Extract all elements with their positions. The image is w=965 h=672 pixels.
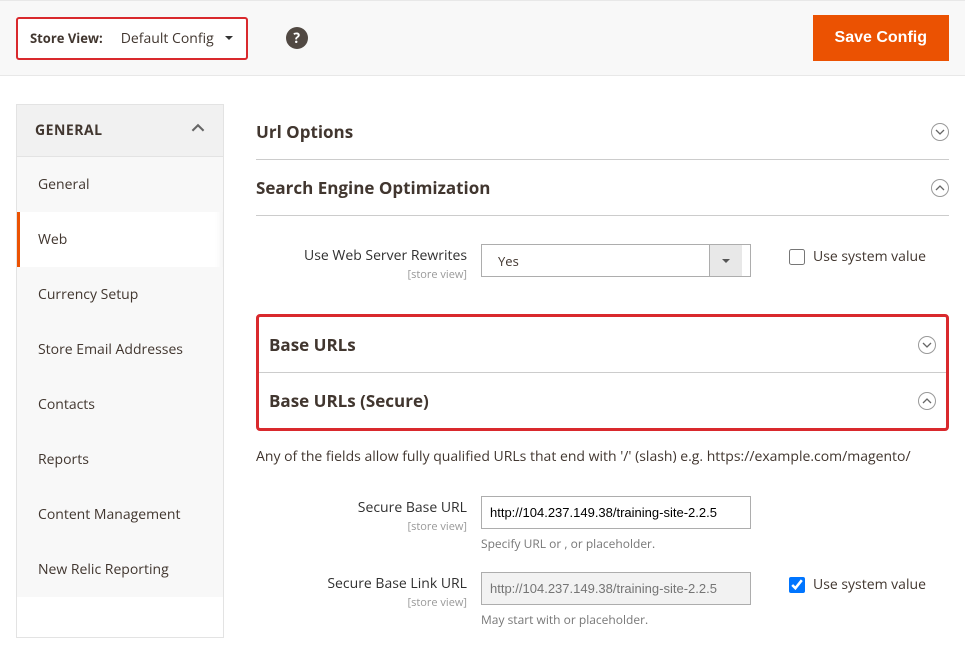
use-system-col: Use system value bbox=[751, 572, 926, 594]
secure-base-link-url-input[interactable] bbox=[481, 572, 751, 605]
row-secure-base-link-url: Secure Base Link URL [store view] May st… bbox=[256, 562, 949, 638]
caret-down-icon bbox=[709, 245, 742, 276]
use-system-checkbox[interactable] bbox=[789, 249, 805, 265]
field-input-col: Specify URL or , or placeholder. bbox=[481, 496, 751, 552]
chevron-up-icon bbox=[191, 121, 205, 140]
field-note: Specify URL or , or placeholder. bbox=[481, 535, 751, 552]
field-input-col: May start with or placeholder. bbox=[481, 572, 751, 628]
field-note: May start with or placeholder. bbox=[481, 611, 751, 628]
select-value: Yes bbox=[490, 252, 709, 270]
field-label-col: Use Web Server Rewrites [store view] bbox=[256, 244, 481, 282]
field-label-col: Secure Base URL [store view] bbox=[256, 496, 481, 534]
store-view-select[interactable]: Default Config bbox=[121, 29, 234, 48]
field-label: Secure Base Link URL bbox=[327, 574, 467, 593]
use-system-label: Use system value bbox=[813, 576, 926, 594]
section-title: Base URLs (Secure) bbox=[269, 389, 429, 412]
secure-help-text: Any of the fields allow fully qualified … bbox=[256, 431, 949, 486]
caret-down-icon bbox=[224, 29, 234, 48]
field-scope: [store view] bbox=[256, 595, 467, 610]
sidebar-item-content-management[interactable]: Content Management bbox=[17, 487, 223, 542]
sidebar-group-label: GENERAL bbox=[35, 121, 103, 140]
web-server-rewrites-select[interactable]: Yes bbox=[481, 244, 751, 277]
section-seo[interactable]: Search Engine Optimization bbox=[256, 160, 949, 216]
chevron-down-icon bbox=[918, 336, 936, 354]
content: Url Options Search Engine Optimization U… bbox=[224, 104, 949, 638]
save-config-button[interactable]: Save Config bbox=[813, 15, 949, 61]
sidebar-item-store-email-addresses[interactable]: Store Email Addresses bbox=[17, 322, 223, 377]
row-secure-base-url: Secure Base URL [store view] Specify URL… bbox=[256, 486, 949, 562]
field-scope: [store view] bbox=[256, 267, 467, 282]
row-web-server-rewrites: Use Web Server Rewrites [store view] Yes… bbox=[256, 234, 949, 292]
sidebar-item-contacts[interactable]: Contacts bbox=[17, 377, 223, 432]
sidebar-item-currency-setup[interactable]: Currency Setup bbox=[17, 267, 223, 322]
config-header: Store View: Default Config ? Save Config bbox=[0, 0, 965, 76]
sidebar-group-general[interactable]: GENERAL bbox=[17, 105, 223, 157]
section-base-urls-secure[interactable]: Base URLs (Secure) bbox=[259, 373, 946, 428]
section-url-options[interactable]: Url Options bbox=[256, 104, 949, 160]
use-system-label: Use system value bbox=[813, 248, 926, 266]
sidebar-item-new-relic-reporting[interactable]: New Relic Reporting bbox=[17, 542, 223, 597]
section-title: Base URLs bbox=[269, 333, 356, 356]
field-label: Secure Base URL bbox=[358, 498, 467, 517]
seo-section-body: Use Web Server Rewrites [store view] Yes… bbox=[256, 216, 949, 302]
sidebar-item-web[interactable]: Web bbox=[17, 212, 223, 267]
base-urls-highlight: Base URLs Base URLs (Secure) bbox=[256, 314, 949, 431]
secure-base-url-input[interactable] bbox=[481, 496, 751, 529]
store-view-label: Store View: bbox=[30, 29, 103, 47]
sidebar-item-reports[interactable]: Reports bbox=[17, 432, 223, 487]
field-scope: [store view] bbox=[256, 519, 467, 534]
use-system-checkbox[interactable] bbox=[789, 577, 805, 593]
use-system-col: Use system value bbox=[751, 244, 926, 266]
sidebar-item-general[interactable]: General bbox=[17, 157, 223, 212]
store-view-scope-box: Store View: Default Config bbox=[16, 17, 248, 60]
field-label-col: Secure Base Link URL [store view] bbox=[256, 572, 481, 610]
main: GENERAL General Web Currency Setup Store… bbox=[0, 76, 965, 638]
section-title: Url Options bbox=[256, 120, 353, 143]
field-label: Use Web Server Rewrites bbox=[304, 246, 467, 265]
chevron-up-icon bbox=[931, 179, 949, 197]
store-view-value: Default Config bbox=[121, 29, 214, 48]
chevron-down-icon bbox=[931, 123, 949, 141]
section-base-urls[interactable]: Base URLs bbox=[259, 317, 946, 373]
help-icon[interactable]: ? bbox=[286, 27, 308, 49]
section-title: Search Engine Optimization bbox=[256, 176, 490, 199]
chevron-up-icon bbox=[918, 392, 936, 410]
field-input-col: Yes bbox=[481, 244, 751, 277]
sidebar: GENERAL General Web Currency Setup Store… bbox=[16, 104, 224, 638]
